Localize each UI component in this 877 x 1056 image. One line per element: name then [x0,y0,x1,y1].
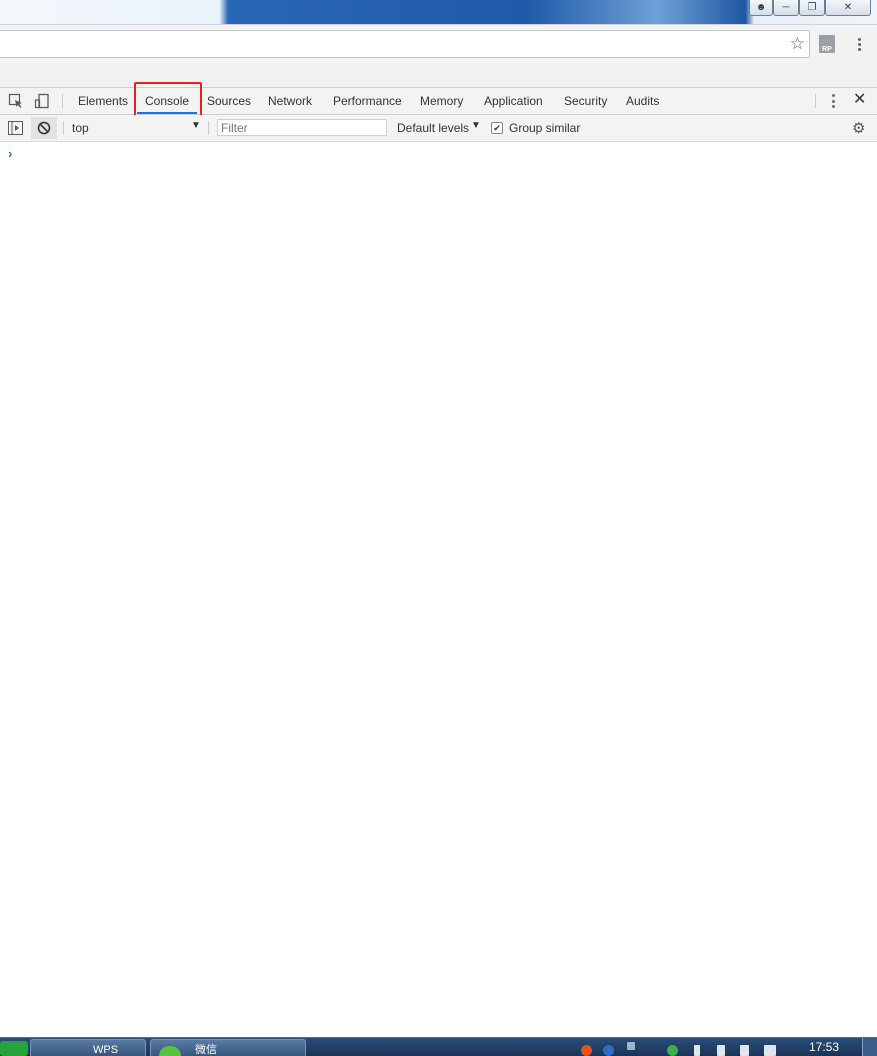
network-icon[interactable] [717,1045,725,1056]
start-button[interactable] [0,1041,28,1056]
chevron-down-icon: ▼ [191,120,201,131]
inspect-element-icon[interactable] [8,93,24,109]
tab-performance[interactable]: Performance [333,88,402,114]
filter-input[interactable] [217,119,387,136]
clear-console-button[interactable] [31,117,57,139]
tab-elements[interactable]: Elements [78,88,128,114]
tab-application[interactable]: Application [484,88,543,114]
taskbar-item-wechat[interactable]: 微信 [150,1039,306,1056]
context-label: top [72,121,89,135]
device-toggle-icon[interactable] [34,93,50,109]
tab-memory[interactable]: Memory [420,88,463,114]
window-close-icon: ✕ [843,2,853,13]
toolbar-divider [208,121,209,135]
chevron-down-icon: ▼ [471,120,481,131]
windows-taskbar: WPS 微信 17:53 [0,1037,877,1056]
devtools-close-icon[interactable]: ✕ [853,91,866,109]
restore-button[interactable]: ❐ [799,0,825,16]
tab-security[interactable]: Security [564,88,607,114]
more-vert-icon [831,94,835,97]
tab-audits[interactable]: Audits [626,88,659,114]
taskbar-item-wps[interactable]: WPS [30,1039,146,1056]
console-sidebar-icon[interactable] [8,121,23,135]
user-profile-button[interactable]: ☻ [749,0,773,16]
help-icon[interactable] [603,1045,614,1056]
address-bar[interactable]: ☆ [0,30,810,58]
input-method-icon[interactable] [764,1045,776,1056]
wechat-tray-icon[interactable] [667,1045,678,1056]
console-toolbar: top ▼ Default levels ▼ ✔ Group similar ⚙ [0,115,877,142]
toolbar-divider [63,121,64,135]
taskbar-item-label: 微信 [195,1044,217,1056]
browser-menu-button[interactable] [853,34,865,54]
tray-window-icon[interactable] [627,1042,635,1050]
page-viewport-strip [0,63,877,88]
toolbar-divider [62,94,63,108]
tab-network[interactable]: Network [268,88,312,114]
devtools-menu-button[interactable] [829,94,837,108]
tab-sources[interactable]: Sources [207,88,251,114]
taskbar-clock[interactable]: 17:53 [809,1040,839,1054]
window-controls: ☻ ─ ❐ ✕ [749,0,871,16]
sogou-ime-icon[interactable] [581,1045,592,1056]
log-levels-label: Default levels [397,121,470,135]
rp-extension-icon[interactable]: RP [819,35,835,53]
group-similar-checkbox[interactable]: ✔ [491,122,503,134]
window-close-button[interactable]: ✕ [825,0,871,16]
volume-icon[interactable] [740,1045,749,1056]
minimize-icon: ─ [782,2,790,13]
window-titlebar: ☻ ─ ❐ ✕ [0,0,877,25]
clear-console-icon [37,121,51,135]
user-icon: ☻ [755,2,767,13]
show-desktop-button[interactable] [862,1038,877,1056]
restore-icon: ❐ [807,2,817,13]
usb-icon[interactable] [694,1045,700,1056]
browser-toolbar: ☆ RP [0,25,877,63]
more-vert-icon [857,37,861,41]
taskbar-item-label: WPS [93,1044,119,1056]
minimize-button[interactable]: ─ [773,0,799,16]
console-tab-highlight [134,82,202,117]
devtools-tabbar: Elements Console Sources Network Perform… [0,88,877,115]
gear-icon[interactable]: ⚙ [852,119,865,137]
console-prompt[interactable]: › [8,146,12,161]
star-icon[interactable]: ☆ [790,34,805,54]
toolbar-divider [815,94,816,108]
group-similar-label[interactable]: Group similar [509,121,580,135]
